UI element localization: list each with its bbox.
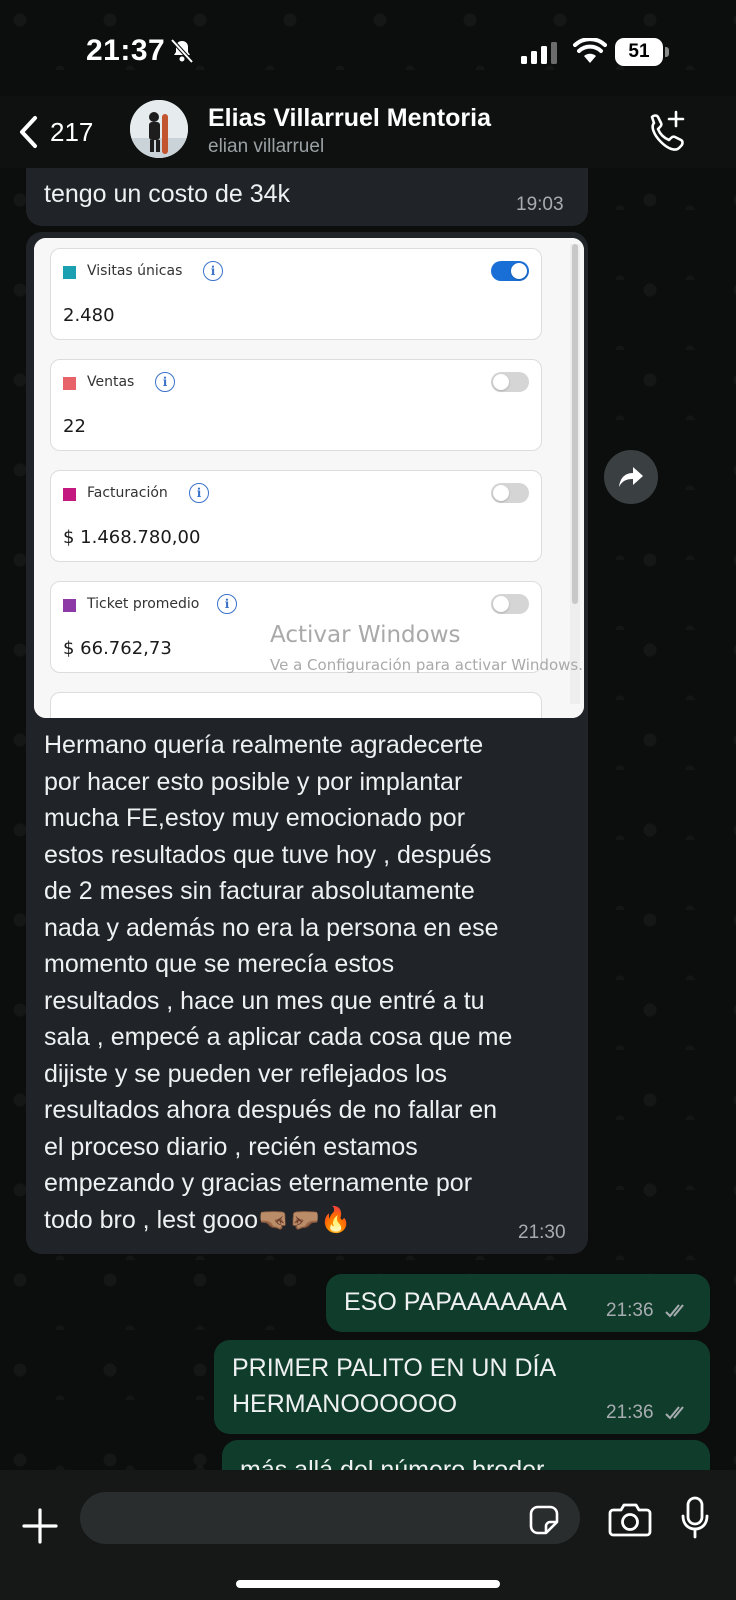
microphone-icon: [681, 1496, 709, 1539]
metric-color-swatch: [63, 488, 76, 501]
message-bubble-incoming[interactable]: tengo un costo de 34k 19:03: [26, 168, 588, 226]
metric-value: $ 1.468.780,00: [63, 527, 201, 548]
message-image[interactable]: Visitas únicas i 2.480 Ventas i 22 Factu…: [34, 238, 584, 718]
sticker-button[interactable]: [528, 1504, 560, 1536]
metric-label: Ticket promedio: [87, 596, 200, 612]
avatar[interactable]: [130, 100, 188, 158]
metric-label: Visitas únicas: [87, 263, 183, 279]
metric-card: Ventas i 22: [50, 359, 542, 451]
message-line: estos resultados que tuve hoy , después: [44, 840, 492, 869]
double-check-icon: [665, 1406, 684, 1420]
windows-watermark-subtitle: Ve a Configuración para activar Windows.: [270, 656, 583, 674]
avatar-image: [130, 100, 188, 158]
back-button[interactable]: 217: [18, 108, 93, 156]
phone-plus-icon: [650, 110, 685, 151]
sticker-icon: [529, 1505, 559, 1535]
metric-card: Visitas únicas i 2.480: [50, 248, 542, 340]
windows-watermark-title: Activar Windows: [270, 622, 461, 648]
message-line: todo bro , lest gooo🤜🏽🤛🏽🔥: [44, 1205, 352, 1234]
composer-bar: [0, 1470, 736, 1600]
status-bar: 21:37 51: [0, 0, 736, 100]
info-icon: i: [155, 372, 175, 392]
message-input[interactable]: [80, 1492, 580, 1544]
message-time-text: 21:36: [606, 1402, 654, 1423]
chevron-left-icon: [20, 116, 37, 148]
battery-icon: 51: [615, 38, 669, 66]
metric-toggle: [491, 594, 529, 614]
message-bubble-outgoing[interactable]: ESO PAPAAAAAAA 21:36: [326, 1274, 710, 1332]
status-time: 21:37: [86, 34, 166, 67]
battery-level: 51: [628, 41, 650, 62]
camera-icon: [608, 1503, 652, 1537]
metric-label: Facturación: [87, 485, 168, 501]
wifi-icon: [573, 38, 607, 63]
bell-slash-icon: [170, 38, 194, 64]
add-call-button[interactable]: [642, 108, 690, 156]
metric-color-swatch: [63, 377, 76, 390]
message-line: el proceso diario , recién estamos: [44, 1132, 418, 1161]
metric-color-swatch: [63, 266, 76, 279]
forward-button[interactable]: [604, 450, 658, 504]
message-time: 21:30: [518, 1222, 566, 1243]
info-icon: i: [217, 594, 237, 614]
message-time: 21:36: [606, 1402, 691, 1424]
message-time: 21:36: [606, 1300, 691, 1322]
metric-toggle: [491, 372, 529, 392]
attach-button[interactable]: [20, 1506, 60, 1546]
contact-name[interactable]: Elias Villarruel Mentoria: [208, 104, 491, 133]
metric-toggle: [491, 483, 529, 503]
signal-icon: [521, 42, 557, 64]
message-line: de 2 meses sin facturar absolutamente: [44, 877, 475, 905]
image-scroll-thumb: [572, 244, 578, 604]
info-icon: i: [189, 483, 209, 503]
message-line: por hacer esto posible y por implantar: [44, 767, 463, 796]
message-line: PRIMER PALITO EN UN DÍA: [232, 1354, 557, 1382]
metric-toggle: [491, 261, 529, 281]
metric-value: $ 66.762,73: [63, 638, 172, 659]
message-text: tengo un costo de 34k: [44, 180, 291, 208]
info-icon: i: [203, 261, 223, 281]
message-time-text: 21:36: [606, 1300, 654, 1321]
message-line: empezando y gracias eternamente por: [44, 1169, 473, 1197]
message-line: dijiste y se pueden ver reflejados los: [44, 1059, 448, 1088]
chat-header: 217 Elias Villarruel Mentoria elian vill…: [0, 96, 736, 168]
microphone-button[interactable]: [680, 1496, 710, 1540]
message-line: Hermano quería realmente agradecerte: [44, 731, 484, 759]
message-time: 19:03: [516, 194, 564, 215]
message-caption: Hermano quería realmente agradecerte por…: [44, 727, 584, 1238]
metric-value: 22: [63, 416, 86, 437]
forward-arrow-icon: [619, 467, 643, 487]
message-text: ESO PAPAAAAAAA: [344, 1288, 567, 1316]
plus-icon: [22, 1508, 58, 1544]
contact-subtitle: elian villarruel: [208, 136, 325, 157]
message-line: sala , empecé a aplicar cada cosa que me: [44, 1023, 513, 1051]
metric-value: 2.480: [63, 305, 115, 326]
message-line: nada y además no era la persona en ese: [44, 913, 499, 942]
double-check-icon: [665, 1304, 684, 1318]
camera-button[interactable]: [608, 1500, 652, 1538]
message-line: resultados ahora después de no fallar en: [44, 1096, 498, 1124]
message-line: mucha FE,estoy muy emocionado por: [44, 804, 466, 832]
message-line: momento que se merecía estos: [44, 950, 395, 978]
metric-color-swatch: [63, 599, 76, 612]
dashboard-screenshot: Visitas únicas i 2.480 Ventas i 22 Factu…: [34, 238, 584, 718]
home-indicator: [236, 1580, 500, 1588]
message-bubble-outgoing[interactable]: PRIMER PALITO EN UN DÍA HERMANOOOOOO 21:…: [214, 1340, 710, 1434]
unread-count: 217: [50, 116, 94, 147]
metric-card-partial: [50, 692, 542, 718]
message-line: resultados , hace un mes que entré a tu: [44, 986, 485, 1015]
metric-card: Facturación i $ 1.468.780,00: [50, 470, 542, 562]
metric-label: Ventas: [87, 374, 135, 390]
message-line: HERMANOOOOOO: [232, 1390, 458, 1418]
